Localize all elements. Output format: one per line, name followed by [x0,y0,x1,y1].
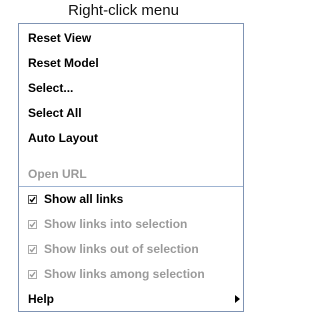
menu-item-label: Help [28,292,55,306]
menu-item-show-all-links[interactable]: Show all links [19,187,243,212]
checkbox-icon [28,220,37,229]
submenu-arrow-icon [235,295,240,303]
menu-item-show-links-into-selection: Show links into selection [19,212,243,237]
menu-item-label: Auto Layout [28,131,98,145]
menu-caption: Right-click menu [68,2,179,19]
menu-item-label: Reset View [28,31,92,45]
menu-item-label: Show all links [44,192,124,206]
menu-item-label: Select... [28,81,74,95]
menu-item-show-links-out-of-selection: Show links out of selection [19,237,243,262]
menu-item-label: Open URL [28,167,87,181]
menu-item-show-links-among-selection: Show links among selection [19,262,243,287]
menu-item-auto-layout[interactable]: Auto Layout [19,126,243,151]
menu-item-open-url: Open URL [19,162,243,187]
menu-item-label: Show links into selection [44,217,188,231]
menu-item-label: Show links out of selection [44,242,199,256]
menu-item-select[interactable]: Select... [19,76,243,101]
menu-item-label: Select All [28,106,82,120]
checkbox-icon [28,195,37,204]
menu-item-select-all[interactable]: Select All [19,101,243,126]
menu-item-reset-view[interactable]: Reset View [19,26,243,51]
checkbox-icon [28,270,37,279]
menu-item-reset-model[interactable]: Reset Model [19,51,243,76]
menu-item-label: Reset Model [28,56,99,70]
menu-item-label: Show links among selection [44,267,205,281]
menu-item-help[interactable]: Help [19,287,243,312]
checkbox-icon [28,245,37,254]
context-menu: Reset View Reset Model Select... Select … [18,23,244,312]
